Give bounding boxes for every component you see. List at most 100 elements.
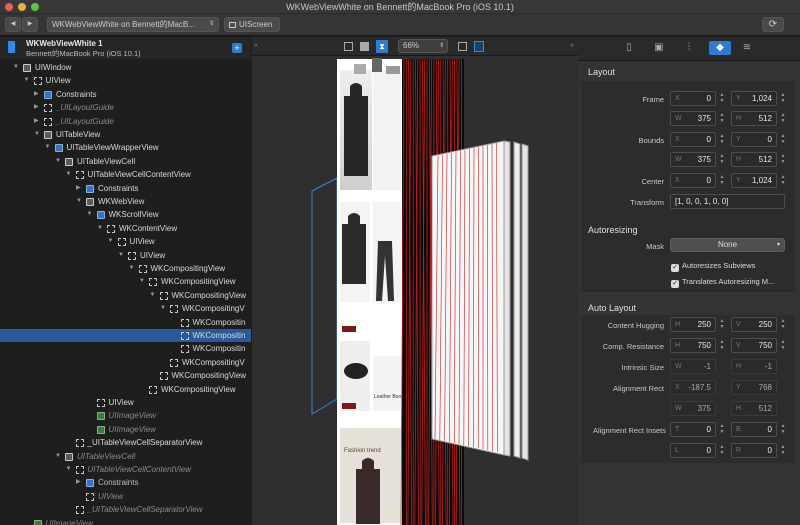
disclosure-open-icon[interactable]: ▼ — [34, 128, 40, 141]
tree-row[interactable]: ▶ _UILayoutGuide — [0, 101, 251, 114]
tree-row[interactable]: ▶ Constraints — [0, 476, 251, 489]
size-inspector-icon[interactable]: ◆ — [709, 41, 731, 55]
zoom-selector[interactable]: 66% ⇕ — [398, 39, 448, 53]
center-y-field[interactable]: Y 1,024 ▲ ▼ — [731, 173, 785, 188]
tree-row[interactable]: WKCompositingV — [0, 356, 251, 369]
tree-row[interactable]: _UITableViewCellSeparatorView — [0, 436, 251, 449]
frame-y-field[interactable]: Y 1,024 ▲ ▼ — [731, 91, 785, 106]
disclosure-open-icon[interactable]: ▼ — [45, 141, 51, 154]
wireframe-toggle-icon[interactable] — [344, 42, 353, 51]
stepper-icon[interactable]: ▲ ▼ — [718, 92, 726, 104]
insets-t-field[interactable]: T 0 ▲ ▼ — [670, 422, 724, 437]
layers-inspector-icon[interactable]: ≋ — [740, 41, 754, 55]
stepper-icon[interactable]: ▲ ▼ — [779, 92, 787, 104]
stepper-icon[interactable]: ▲ ▼ — [718, 444, 726, 456]
minimize-window-button[interactable] — [18, 3, 26, 11]
tree-row[interactable]: UIImageView — [0, 423, 251, 436]
disclosure-open-icon[interactable]: ▼ — [97, 222, 103, 235]
back-button[interactable]: ◀ — [5, 17, 21, 32]
transform-field[interactable]: [1, 0, 0, 1, 0, 0] — [670, 194, 785, 209]
tree-row[interactable]: UIView — [0, 490, 251, 503]
stepper-icon[interactable]: ▲ ▼ — [779, 174, 787, 186]
mask-select[interactable]: None ▾ — [670, 238, 785, 252]
disclosure-open-icon[interactable]: ▼ — [139, 275, 145, 288]
tree-row[interactable]: ▼ UITableViewCell — [0, 450, 251, 463]
disclosure-open-icon[interactable]: ▼ — [66, 168, 72, 181]
tree-row[interactable]: ▼ WKCompositingView — [0, 275, 251, 288]
tree-row[interactable]: ▼ UIView — [0, 235, 251, 248]
disclosure-open-icon[interactable]: ▼ — [108, 235, 114, 248]
tree-row[interactable]: WKCompositingView — [0, 383, 251, 396]
view-canvas[interactable]: ⧗ 66% ⇕ « » Leather Boot Fashion trend — [252, 37, 578, 525]
hugging-h-field[interactable]: H 250 ▲ ▼ — [670, 317, 724, 332]
tree-row[interactable]: ▶ Constraints — [0, 182, 251, 195]
disclosure-open-icon[interactable]: ▼ — [150, 289, 156, 302]
tree-row[interactable]: UIImageView — [0, 409, 251, 422]
stepper-icon[interactable]: ▲ ▼ — [718, 112, 726, 124]
disclosure-closed-icon[interactable]: ▶ — [34, 101, 39, 114]
tree-row[interactable]: ▼ UITableViewCellContentView — [0, 463, 251, 476]
stepper-icon[interactable]: ▲ ▼ — [718, 174, 726, 186]
stepper-icon[interactable]: ▲ ▼ — [718, 423, 726, 435]
stepper-icon[interactable]: ▲ ▼ — [718, 339, 726, 351]
tree-row[interactable]: ▼ UIView — [0, 74, 251, 87]
resistance-h-field[interactable]: H 750 ▲ ▼ — [670, 338, 724, 353]
hugging-v-field[interactable]: V 250 ▲ ▼ — [731, 317, 785, 332]
forward-button[interactable]: ▶ — [22, 17, 38, 32]
tree-row[interactable]: ▼ UITableViewWrapperView — [0, 141, 251, 154]
disclosure-open-icon[interactable]: ▼ — [55, 155, 61, 168]
disclosure-open-icon[interactable]: ▼ — [66, 463, 72, 476]
tree-row[interactable]: ▶ Constraints — [0, 88, 251, 101]
bounds-h-field[interactable]: H 512 ▲ ▼ — [731, 152, 785, 167]
stepper-icon[interactable]: ▲ ▼ — [779, 153, 787, 165]
disclosure-open-icon[interactable]: ▼ — [87, 208, 93, 221]
frame-w-field[interactable]: W 375 ▲ ▼ — [670, 111, 724, 126]
stepper-icon[interactable]: ▲ ▼ — [718, 153, 726, 165]
attributes-inspector-icon[interactable]: ⫶ — [682, 41, 696, 55]
center-x-field[interactable]: X 0 ▲ ▼ — [670, 173, 724, 188]
close-window-button[interactable] — [5, 3, 13, 11]
zoom-window-button[interactable] — [31, 3, 39, 11]
autoresizes-subviews-checkbox[interactable]: ✓ Autoresizes Subviews — [671, 261, 755, 272]
clip-toggle-icon[interactable] — [458, 42, 467, 51]
stepper-icon[interactable]: ▲ ▼ — [779, 423, 787, 435]
stepper-icon[interactable]: ▲ ▼ — [779, 133, 787, 145]
stepper-icon[interactable]: ▲ ▼ — [718, 133, 726, 145]
disclosure-open-icon[interactable]: ▼ — [118, 249, 124, 262]
stepper-icon[interactable]: ▲ ▼ — [779, 339, 787, 351]
stepper-icon[interactable]: ▲ ▼ — [779, 318, 787, 330]
collapse-left-icon[interactable]: « — [254, 42, 258, 49]
frame-h-field[interactable]: H 512 ▲ ▼ — [731, 111, 785, 126]
disclosure-open-icon[interactable]: ▼ — [160, 302, 166, 315]
stepper-icon[interactable]: ▲ ▼ — [718, 318, 726, 330]
tree-row[interactable]: ▼ WKCompositingView — [0, 289, 251, 302]
pane-toggle-icon[interactable] — [474, 41, 484, 52]
add-view-button[interactable]: + — [232, 43, 242, 53]
tree-row[interactable]: _UITableViewCellSeparatorView — [0, 503, 251, 516]
disclosure-closed-icon[interactable]: ▶ — [76, 182, 81, 195]
target-selector[interactable]: WKWebViewWhite on Bennett的MacB... ⇕ — [47, 17, 219, 32]
tree-row[interactable]: WKCompositin — [0, 342, 251, 355]
layering-toggle-icon[interactable]: ⧗ — [376, 40, 388, 53]
disclosure-open-icon[interactable]: ▼ — [76, 195, 82, 208]
refresh-button[interactable]: ⟳ — [762, 17, 784, 32]
tree-row[interactable]: UIImageView — [0, 517, 251, 525]
tree-row[interactable]: ▼ UITableViewCellContentView — [0, 168, 251, 181]
insets-b-field[interactable]: B 0 ▲ ▼ — [731, 422, 785, 437]
tree-row[interactable]: WKCompositin — [0, 329, 251, 342]
tree-row[interactable]: ▼ UIView — [0, 249, 251, 262]
object-inspector-icon[interactable]: ▣ — [652, 41, 666, 55]
tree-row[interactable]: ▼ UIWindow — [0, 61, 251, 74]
disclosure-open-icon[interactable]: ▼ — [13, 61, 19, 74]
tree-row[interactable]: ▶ _UILayoutGuide — [0, 115, 251, 128]
tree-row[interactable]: ▼ WKWebView — [0, 195, 251, 208]
stepper-icon[interactable]: ▲ ▼ — [779, 112, 787, 124]
disclosure-open-icon[interactable]: ▼ — [24, 74, 30, 87]
collapse-right-icon[interactable]: » — [570, 42, 574, 49]
tree-row[interactable]: UIView — [0, 396, 251, 409]
disclosure-closed-icon[interactable]: ▶ — [34, 88, 39, 101]
disclosure-closed-icon[interactable]: ▶ — [76, 476, 81, 489]
tree-row[interactable]: ▼ WKScrollView — [0, 208, 251, 221]
disclosure-closed-icon[interactable]: ▶ — [34, 115, 39, 128]
file-inspector-icon[interactable]: ▯ — [622, 41, 636, 55]
